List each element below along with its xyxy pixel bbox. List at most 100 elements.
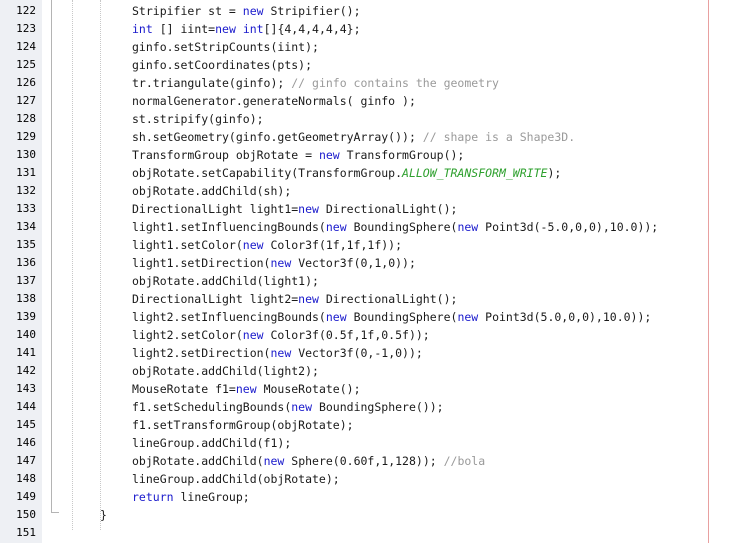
code-token: Point3d(-5.0,0,0),10.0));: [478, 220, 659, 234]
code-text: ginfo.setStripCounts(iint);: [132, 38, 319, 56]
code-token: sh.setGeometry(ginfo.getGeometryArray())…: [132, 130, 423, 144]
keyword-token: new: [263, 454, 285, 468]
code-line[interactable]: 131 objRotate.setCapability(TransformGrou…: [0, 164, 752, 182]
code-token: }: [100, 508, 107, 522]
line-number: 132: [16, 184, 36, 197]
code-text: lineGroup.addChild(objRotate);: [132, 470, 340, 488]
code-line[interactable]: 148 lineGroup.addChild(objRotate);: [0, 470, 752, 488]
code-token: light1.setDirection(: [132, 256, 271, 270]
code-line[interactable]: 139 light2.setInfluencingBounds(new Bound…: [0, 308, 752, 326]
code-token: light2.setColor(: [132, 328, 243, 342]
keyword-token: new: [215, 22, 236, 36]
code-text: objRotate.addChild(light2);: [132, 362, 319, 380]
code-text: f1.setTransformGroup(objRotate);: [132, 416, 354, 434]
code-token: light2.setInfluencingBounds(: [132, 310, 326, 324]
code-text: DirectionalLight light2=new DirectionalL…: [132, 290, 457, 308]
code-editor[interactable]: 122 Stripifier st = new Stripifier(); 123 i…: [0, 0, 752, 543]
line-number: 122: [16, 4, 36, 17]
code-line[interactable]: 143 MouseRotate f1=new MouseRotate();: [0, 380, 752, 398]
code-token: tr.triangulate(ginfo);: [132, 76, 292, 90]
code-line[interactable]: 144 f1.setSchedulingBounds(new BoundingSp…: [0, 398, 752, 416]
code-line[interactable]: 133 DirectionalLight light1=new Direction…: [0, 200, 752, 218]
code-line[interactable]: 134 light1.setInfluencingBounds(new Bound…: [0, 218, 752, 236]
line-number: 150: [16, 508, 36, 521]
code-token: light1.setColor(: [132, 238, 243, 252]
code-line[interactable]: 145 f1.setTransformGroup(objRotate);: [0, 416, 752, 434]
code-text: objRotate.addChild(new Sphere(0.60f,1,12…: [132, 452, 485, 470]
code-line[interactable]: 140 light2.setColor(new Color3f(0.5f,1f,0…: [0, 326, 752, 344]
keyword-token: return: [132, 490, 174, 504]
line-number: 125: [16, 58, 36, 71]
keyword-token: new: [457, 310, 479, 324]
code-line[interactable]: 126 tr.triangulate(ginfo); // ginfo conta…: [0, 74, 752, 92]
code-token: lineGroup.addChild(objRotate);: [132, 472, 340, 486]
keyword-token: new: [298, 292, 319, 306]
code-token: ginfo.setCoordinates(pts);: [132, 58, 313, 72]
code-line[interactable]: 124 ginfo.setStripCounts(iint);: [0, 38, 752, 56]
code-line[interactable]: 136 light1.setDirection(new Vector3f(0,1,…: [0, 254, 752, 272]
keyword-token: new: [325, 310, 347, 324]
code-text: ginfo.setCoordinates(pts);: [132, 56, 312, 74]
keyword-token: new: [457, 220, 479, 234]
comment-token: // shape is a Shape3D.: [422, 130, 576, 144]
code-text: int [] iint=new int[]{4,4,4,4,4};: [132, 20, 361, 38]
code-token: );: [547, 166, 562, 180]
code-token: MouseRotate();: [256, 382, 361, 396]
code-token: MouseRotate f1=: [132, 382, 236, 396]
code-text: light1.setDirection(new Vector3f(0,1,0))…: [132, 254, 416, 272]
line-number: 137: [16, 274, 36, 287]
code-line[interactable]: 132 objRotate.addChild(sh);: [0, 182, 752, 200]
code-line[interactable]: 150}: [0, 506, 752, 524]
code-line[interactable]: 147 objRotate.addChild(new Sphere(0.60f,1…: [0, 452, 752, 470]
code-line[interactable]: 151: [0, 524, 752, 542]
line-number: 126: [16, 76, 36, 89]
code-text: f1.setSchedulingBounds(new BoundingSpher…: [132, 398, 444, 416]
code-text: DirectionalLight light1=new DirectionalL…: [132, 200, 457, 218]
line-number: 130: [16, 148, 36, 161]
code-line[interactable]: 125 ginfo.setCoordinates(pts);: [0, 56, 752, 74]
code-line[interactable]: 142 objRotate.addChild(light2);: [0, 362, 752, 380]
code-line[interactable]: 122 Stripifier st = new Stripifier();: [0, 2, 752, 20]
code-line[interactable]: 146 lineGroup.addChild(f1);: [0, 434, 752, 452]
keyword-token: new: [270, 256, 292, 270]
code-line[interactable]: 138 DirectionalLight light2=new Direction…: [0, 290, 752, 308]
code-token: Sphere(0.60f,1,128));: [284, 454, 444, 468]
code-token: BoundingSphere(: [346, 310, 458, 324]
code-token: TransformGroup objRotate =: [132, 148, 319, 162]
code-text: light1.setColor(new Color3f(1f,1f,1f));: [132, 236, 402, 254]
code-line[interactable]: 135 light1.setColor(new Color3f(1f,1f,1f)…: [0, 236, 752, 254]
keyword-token: new: [242, 4, 264, 18]
keyword-token: new: [270, 346, 292, 360]
keyword-token: int: [132, 22, 153, 36]
code-text: st.stripify(ginfo);: [132, 110, 264, 128]
code-line[interactable]: 123 int [] iint=new int[]{4,4,4,4,4};: [0, 20, 752, 38]
code-token: BoundingSphere());: [312, 400, 444, 414]
code-line[interactable]: 130 TransformGroup objRotate = new Transf…: [0, 146, 752, 164]
code-line[interactable]: 149 return lineGroup;: [0, 488, 752, 506]
line-number: 142: [16, 364, 36, 377]
code-token: objRotate.addChild(light2);: [132, 364, 319, 378]
code-token: DirectionalLight light1=: [132, 202, 299, 216]
keyword-token: int: [242, 22, 264, 36]
code-line[interactable]: 137 objRotate.addChild(light1);: [0, 272, 752, 290]
keyword-token: new: [325, 220, 347, 234]
code-token: Vector3f(0,1,0));: [291, 256, 416, 270]
code-token: Vector3f(0,-1,0));: [291, 346, 423, 360]
line-number: 133: [16, 202, 36, 215]
line-number: 139: [16, 310, 36, 323]
code-text: }: [100, 506, 107, 524]
code-line[interactable]: 141 light2.setDirection(new Vector3f(0,-1…: [0, 344, 752, 362]
code-text: tr.triangulate(ginfo); // ginfo contains…: [132, 74, 499, 92]
keyword-token: new: [242, 328, 264, 342]
comment-token: // ginfo contains the geometry: [291, 76, 499, 90]
code-line[interactable]: 128 st.stripify(ginfo);: [0, 110, 752, 128]
code-line[interactable]: 129 sh.setGeometry(ginfo.getGeometryArray…: [0, 128, 752, 146]
line-number: 146: [16, 436, 36, 449]
code-line[interactable]: 127 normalGenerator.generateNormals( ginf…: [0, 92, 752, 110]
code-token: lineGroup;: [173, 490, 250, 504]
keyword-token: new: [291, 400, 313, 414]
line-number: 149: [16, 490, 36, 503]
line-number: 140: [16, 328, 36, 341]
code-text: objRotate.setCapability(TransformGroup.A…: [132, 164, 561, 182]
